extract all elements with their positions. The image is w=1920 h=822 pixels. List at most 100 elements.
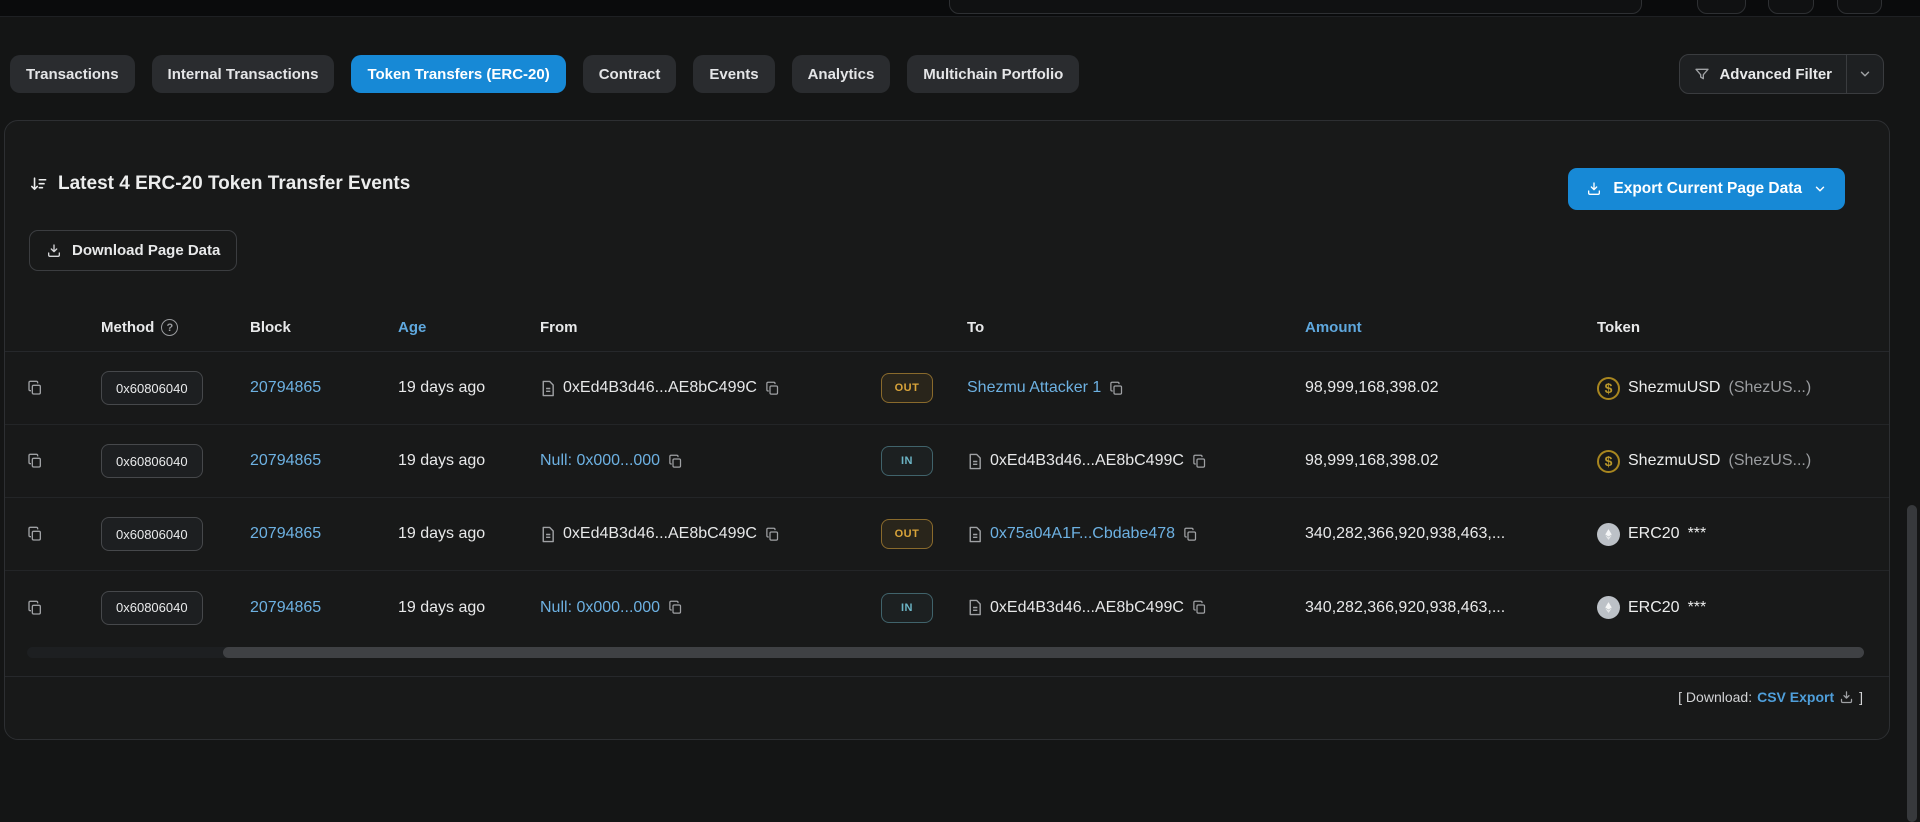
tab-transactions[interactable]: Transactions xyxy=(10,55,135,93)
question-circle-icon[interactable]: ? xyxy=(161,319,178,336)
token-symbol: (ShezUS...) xyxy=(1728,452,1811,470)
download-icon xyxy=(46,243,62,259)
token-link[interactable]: ERC20 *** xyxy=(1597,523,1865,546)
contract-document-icon xyxy=(967,599,982,616)
from-address-link[interactable]: Null: 0x000...000 xyxy=(540,452,660,470)
header-amount[interactable]: Amount xyxy=(1305,319,1597,336)
copy-txn-hash-icon[interactable] xyxy=(27,600,43,616)
direction-badge-in: IN xyxy=(881,446,933,476)
amount-cell: 98,999,168,398.02 xyxy=(1305,452,1597,470)
token-symbol: *** xyxy=(1688,599,1707,617)
copy-txn-hash-icon[interactable] xyxy=(27,453,43,469)
from-address: 0xEd4B3d46...AE8bC499C xyxy=(563,379,757,397)
eth-token-icon xyxy=(1597,596,1620,619)
eth-token-icon xyxy=(1597,523,1620,546)
method-badge[interactable]: 0x60806040 xyxy=(101,517,203,551)
toolbar-button-remnant xyxy=(1837,0,1882,14)
copy-address-icon[interactable] xyxy=(1192,600,1207,615)
tab-multichain-portfolio[interactable]: Multichain Portfolio xyxy=(907,55,1079,93)
header-age[interactable]: Age xyxy=(398,319,540,336)
sort-descending-icon xyxy=(29,175,48,194)
tab-analytics[interactable]: Analytics xyxy=(792,55,891,93)
header-block: Block xyxy=(250,319,398,336)
header-to: To xyxy=(967,319,1305,336)
method-badge[interactable]: 0x60806040 xyxy=(101,444,203,478)
age-cell: 19 days ago xyxy=(398,525,540,543)
block-link[interactable]: 20794865 xyxy=(250,599,321,617)
tab-token-transfers-erc20[interactable]: Token Transfers (ERC-20) xyxy=(351,55,565,93)
download-button-label: Download Page Data xyxy=(72,242,220,259)
download-page-data-button[interactable]: Download Page Data xyxy=(29,230,237,271)
to-address: 0xEd4B3d46...AE8bC499C xyxy=(990,599,1184,617)
amount-cell: 340,282,366,920,938,463,... xyxy=(1305,599,1597,617)
copy-address-icon[interactable] xyxy=(1109,381,1124,396)
contract-document-icon xyxy=(967,453,982,470)
header-method: Method ? xyxy=(101,319,250,336)
advanced-filter-main[interactable]: Advanced Filter xyxy=(1680,55,1846,93)
copy-address-icon[interactable] xyxy=(668,454,683,469)
copy-txn-hash-icon[interactable] xyxy=(27,526,43,542)
copy-txn-hash-icon[interactable] xyxy=(27,380,43,396)
contract-document-icon xyxy=(540,526,555,543)
export-button-label: Export Current Page Data xyxy=(1613,180,1802,198)
chevron-down-icon xyxy=(1813,182,1827,196)
token-name: ERC20 xyxy=(1628,525,1680,543)
block-link[interactable]: 20794865 xyxy=(250,379,321,397)
block-link[interactable]: 20794865 xyxy=(250,452,321,470)
shezmuusd-token-icon: $ xyxy=(1597,450,1620,473)
download-icon[interactable] xyxy=(1839,690,1854,705)
horizontal-scrollbar-track[interactable] xyxy=(27,647,1864,658)
from-address-link[interactable]: Null: 0x000...000 xyxy=(540,599,660,617)
copy-address-icon[interactable] xyxy=(765,381,780,396)
token-name: ShezmuUSD xyxy=(1628,379,1720,397)
to-address-link[interactable]: Shezmu Attacker 1 xyxy=(967,379,1101,397)
copy-address-icon[interactable] xyxy=(1183,527,1198,542)
horizontal-scrollbar-thumb[interactable] xyxy=(223,647,1864,658)
tab-internal-transactions[interactable]: Internal Transactions xyxy=(152,55,335,93)
contract-document-icon xyxy=(540,380,555,397)
amount-cell: 98,999,168,398.02 xyxy=(1305,379,1597,397)
tab-contract[interactable]: Contract xyxy=(583,55,677,93)
funnel-icon xyxy=(1694,66,1710,82)
method-badge[interactable]: 0x60806040 xyxy=(101,371,203,405)
csv-export-link[interactable]: CSV Export xyxy=(1757,689,1834,705)
export-current-page-button[interactable]: Export Current Page Data xyxy=(1568,168,1845,210)
vertical-scrollbar-thumb[interactable] xyxy=(1907,505,1917,822)
token-name: ShezmuUSD xyxy=(1628,452,1720,470)
csv-export-line: [ Download: CSV Export ] xyxy=(1678,689,1863,705)
toolbar-button-remnant xyxy=(1697,0,1746,14)
chevron-down-icon xyxy=(1858,67,1872,81)
contract-document-icon xyxy=(967,526,982,543)
token-link[interactable]: ERC20 *** xyxy=(1597,596,1865,619)
download-icon xyxy=(1586,181,1602,197)
block-link[interactable]: 20794865 xyxy=(250,525,321,543)
header-token: Token xyxy=(1597,319,1865,336)
tab-bar: Transactions Internal Transactions Token… xyxy=(10,54,1884,94)
direction-badge-in: IN xyxy=(881,593,933,623)
to-address: 0xEd4B3d46...AE8bC499C xyxy=(990,452,1184,470)
token-link[interactable]: $ ShezmuUSD (ShezUS...) xyxy=(1597,377,1865,400)
method-badge[interactable]: 0x60806040 xyxy=(101,591,203,625)
card-header: Latest 4 ERC-20 Token Transfer Events Ex… xyxy=(29,173,1867,195)
table-row: 0x60806040 20794865 19 days ago 0xEd4B3d… xyxy=(5,352,1889,425)
to-address-link[interactable]: 0x75a04A1F...Cbdabe478 xyxy=(990,525,1175,543)
advanced-filter-label: Advanced Filter xyxy=(1719,66,1832,83)
footer-divider xyxy=(5,676,1889,677)
token-symbol: *** xyxy=(1688,525,1707,543)
table-row: 0x60806040 20794865 19 days ago Null: 0x… xyxy=(5,571,1889,644)
copy-address-icon[interactable] xyxy=(765,527,780,542)
advanced-filter-dropdown[interactable] xyxy=(1846,55,1883,93)
token-link[interactable]: $ ShezmuUSD (ShezUS...) xyxy=(1597,450,1865,473)
amount-cell: 340,282,366,920,938,463,... xyxy=(1305,525,1597,543)
csv-suffix: ] xyxy=(1859,689,1863,705)
advanced-filter-button[interactable]: Advanced Filter xyxy=(1679,54,1884,94)
direction-badge-out: OUT xyxy=(881,373,933,403)
copy-address-icon[interactable] xyxy=(1192,454,1207,469)
direction-badge-out: OUT xyxy=(881,519,933,549)
card-title: Latest 4 ERC-20 Token Transfer Events xyxy=(58,173,410,195)
csv-prefix: [ Download: xyxy=(1678,689,1752,705)
age-cell: 19 days ago xyxy=(398,599,540,617)
table-row: 0x60806040 20794865 19 days ago Null: 0x… xyxy=(5,425,1889,498)
tab-events[interactable]: Events xyxy=(693,55,774,93)
copy-address-icon[interactable] xyxy=(668,600,683,615)
